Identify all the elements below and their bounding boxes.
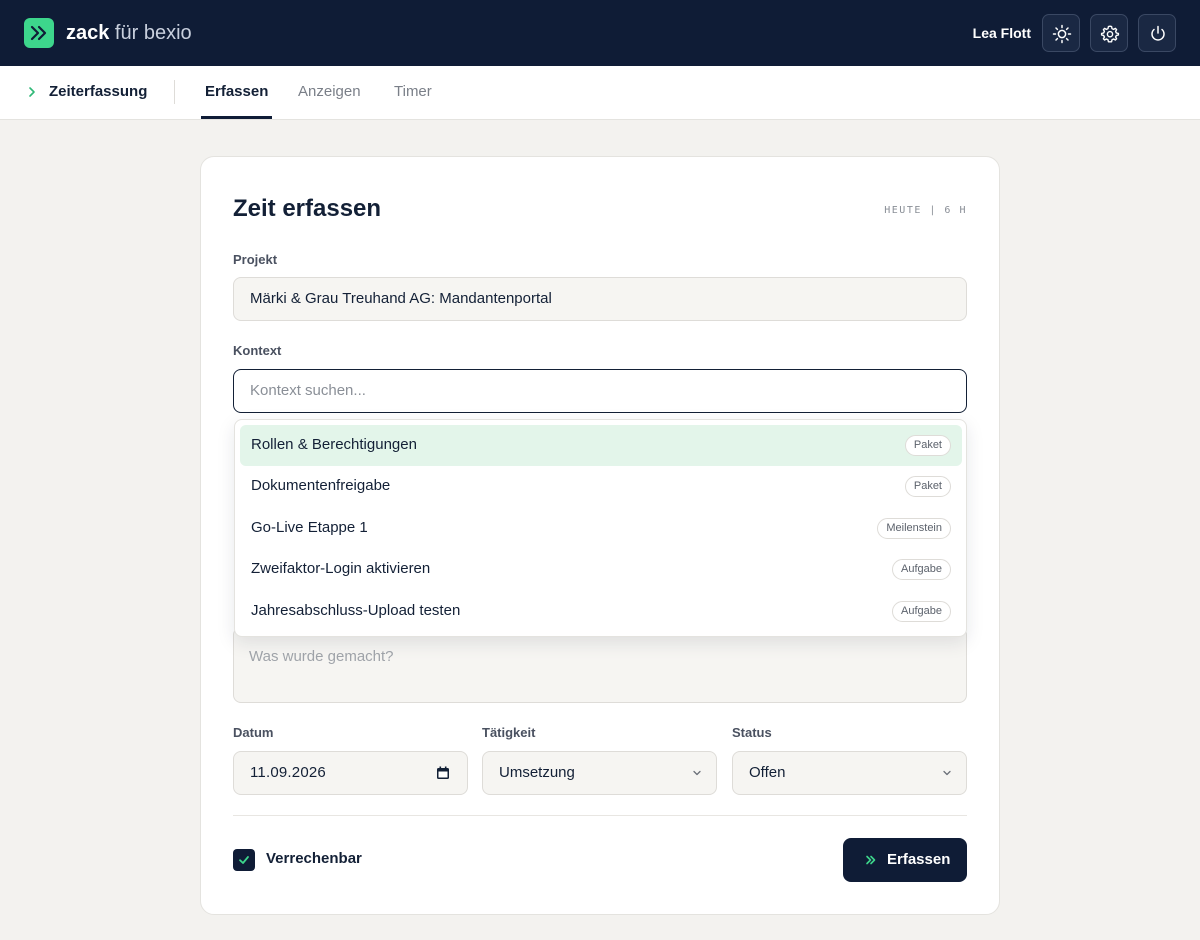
dropdown-item-label: Dokumentenfreigabe xyxy=(251,477,391,494)
dropdown-item[interactable]: Rollen & Berechtigungen Paket xyxy=(240,425,962,466)
project-field[interactable]: Märki & Grau Treuhand AG: Mandantenporta… xyxy=(233,277,967,321)
sub-navigation: Zeiterfassung Erfassen Anzeigen Timer xyxy=(0,66,1200,120)
status-select[interactable]: Offen xyxy=(732,751,967,795)
chevron-down-icon xyxy=(693,770,701,776)
brand-name: zack für bexio xyxy=(66,22,192,44)
chevron-down-icon xyxy=(943,770,951,776)
dropdown-item[interactable]: Go-Live Etappe 1 Meilenstein xyxy=(240,508,962,549)
dropdown-item-tag: Paket xyxy=(904,476,951,497)
context-search-input[interactable]: Kontext suchen... xyxy=(233,369,967,413)
submit-button[interactable]: Erfassen xyxy=(843,838,967,882)
billable-checkbox[interactable] xyxy=(233,849,255,871)
project-label: Projekt xyxy=(233,252,278,267)
dropdown-item-label: Jahresabschluss-Upload testen xyxy=(251,602,461,619)
theme-toggle-button[interactable] xyxy=(1042,14,1080,52)
page-title: Zeit erfassen xyxy=(233,195,382,222)
nav-divider xyxy=(174,80,175,104)
notes-textarea[interactable]: Was wurde gemacht? xyxy=(233,627,967,703)
activity-label: Tätigkeit xyxy=(482,725,536,740)
date-value: 11.09.2026 xyxy=(250,764,326,781)
dropdown-item-label: Rollen & Berechtigungen xyxy=(251,436,417,453)
date-input[interactable]: 11.09.2026 xyxy=(233,751,468,795)
activity-select[interactable]: Umsetzung xyxy=(482,751,717,795)
settings-button[interactable] xyxy=(1090,14,1128,52)
dropdown-item-tag: Paket xyxy=(904,435,951,456)
dropdown-item[interactable]: Dokumentenfreigabe Paket xyxy=(240,466,962,507)
section-title[interactable]: Zeiterfassung xyxy=(49,83,147,101)
submit-label: Erfassen xyxy=(887,851,951,868)
today-hours: HEUTE | 6 H xyxy=(884,205,967,216)
dropdown-item-tag: Aufgabe xyxy=(892,559,951,580)
time-entry-card: Zeit erfassen HEUTE | 6 H Projekt Märki … xyxy=(200,156,1000,915)
dropdown-item-label: Zweifaktor-Login aktivieren xyxy=(251,560,431,577)
tab-anzeigen[interactable]: Anzeigen xyxy=(298,83,361,101)
top-bar: zack für bexio Lea Flott xyxy=(0,0,1200,66)
context-label: Kontext xyxy=(233,343,282,358)
dropdown-item[interactable]: Zweifaktor-Login aktivieren Aufgabe xyxy=(240,549,962,590)
chevron-right-icon xyxy=(29,87,35,97)
status-label: Status xyxy=(732,725,772,740)
logo-icon[interactable] xyxy=(24,18,54,48)
gear-icon xyxy=(1100,25,1120,43)
double-chevron-icon xyxy=(866,855,876,865)
dropdown-item-tag: Meilenstein xyxy=(877,518,951,539)
user-name: Lea Flott xyxy=(972,25,1031,41)
dropdown-item[interactable]: Jahresabschluss-Upload testen Aufgabe xyxy=(240,591,962,632)
billable-label[interactable]: Verrechenbar xyxy=(266,850,362,868)
logout-button[interactable] xyxy=(1138,14,1176,52)
sun-icon xyxy=(1052,24,1072,44)
dropdown-item-label: Go-Live Etappe 1 xyxy=(251,519,368,536)
active-tab-indicator xyxy=(201,116,272,119)
brand-suffix: für bexio xyxy=(109,22,192,44)
notes-placeholder: Was wurde gemacht? xyxy=(249,648,394,665)
activity-value: Umsetzung xyxy=(499,764,575,781)
brand-bold: zack xyxy=(66,22,110,44)
tab-timer[interactable]: Timer xyxy=(394,83,432,101)
checkmark-icon xyxy=(239,856,249,864)
dropdown-item-tag: Aufgabe xyxy=(892,601,951,622)
calendar-icon[interactable] xyxy=(436,766,450,780)
form-divider xyxy=(233,815,967,816)
date-label: Datum xyxy=(233,725,274,740)
context-dropdown: Rollen & Berechtigungen Paket Dokumenten… xyxy=(234,419,967,637)
power-icon xyxy=(1151,25,1165,41)
status-value: Offen xyxy=(749,764,786,781)
tab-erfassen[interactable]: Erfassen xyxy=(205,83,268,101)
context-placeholder: Kontext suchen... xyxy=(250,382,366,399)
